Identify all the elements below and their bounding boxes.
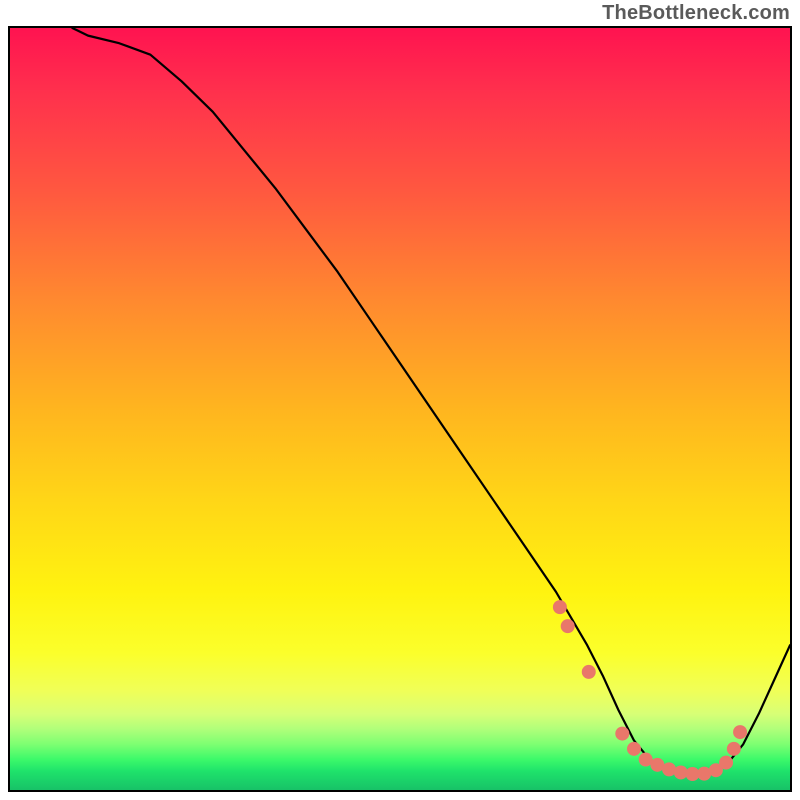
curve-marker (561, 619, 575, 633)
curve-marker (727, 742, 741, 756)
curve-layer (10, 28, 790, 790)
chart-container: TheBottleneck.com (0, 0, 800, 800)
attribution-label: TheBottleneck.com (602, 2, 790, 25)
curve-marker (582, 665, 596, 679)
bottleneck-curve (72, 28, 790, 775)
curve-marker (719, 756, 733, 770)
curve-marker (733, 725, 747, 739)
curve-marker (553, 600, 567, 614)
curve-marker (662, 762, 676, 776)
curve-marker (615, 727, 629, 741)
plot-area (8, 26, 792, 792)
curve-marker (627, 742, 641, 756)
curve-markers (553, 600, 747, 781)
